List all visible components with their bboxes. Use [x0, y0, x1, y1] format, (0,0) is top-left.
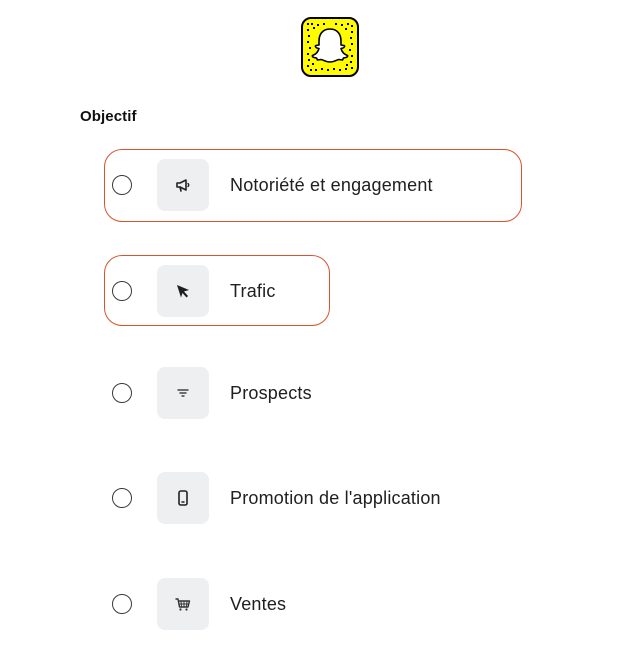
radio-button[interactable] — [112, 594, 132, 614]
radio-button[interactable] — [112, 383, 132, 403]
objective-selection-page: Objectif Notoriété et engagement Trafic — [0, 0, 628, 668]
mobile-phone-icon — [157, 472, 209, 524]
megaphone-icon — [157, 159, 209, 211]
radio-button[interactable] — [112, 281, 132, 301]
objective-option-sales[interactable]: Ventes — [112, 577, 286, 631]
radio-button[interactable] — [112, 175, 132, 195]
radio-button[interactable] — [112, 488, 132, 508]
snapchat-snapcode-icon — [301, 17, 359, 77]
objective-option-leads[interactable]: Prospects — [112, 366, 312, 420]
objective-section-label: Objectif — [80, 108, 137, 125]
objective-option-label: Ventes — [230, 593, 287, 614]
cursor-arrow-icon — [157, 265, 209, 317]
objective-option-label: Prospects — [230, 382, 312, 403]
objective-option-traffic[interactable]: Trafic — [112, 264, 276, 318]
objective-option-app-promotion[interactable]: Promotion de l'application — [112, 471, 441, 525]
objective-option-label: Trafic — [230, 280, 276, 301]
objective-option-awareness[interactable]: Notoriété et engagement — [112, 158, 433, 212]
objective-option-label: Promotion de l'application — [230, 487, 441, 508]
filter-icon — [157, 367, 209, 419]
objective-option-label: Notoriété et engagement — [230, 174, 433, 195]
shopping-cart-icon — [157, 578, 209, 630]
